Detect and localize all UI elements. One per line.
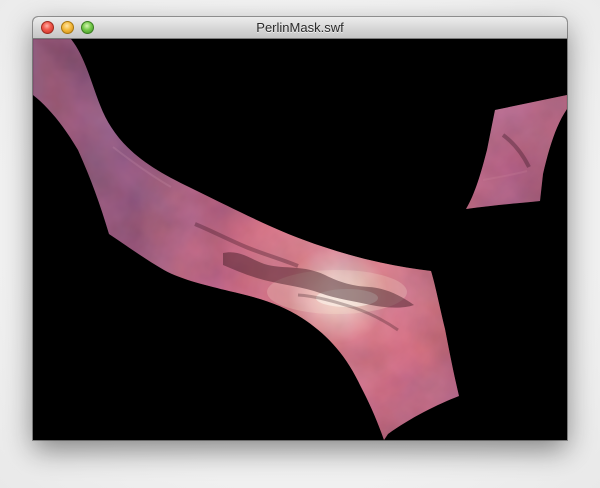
flash-player-window: PerlinMask.swf (33, 17, 567, 440)
screenshot-scene: PerlinMask.swf (0, 0, 600, 488)
window-titlebar[interactable]: PerlinMask.swf (33, 17, 567, 39)
perlin-mask-canvas (33, 39, 567, 440)
swf-content-area[interactable] (33, 39, 567, 440)
window-title: PerlinMask.swf (256, 20, 344, 35)
